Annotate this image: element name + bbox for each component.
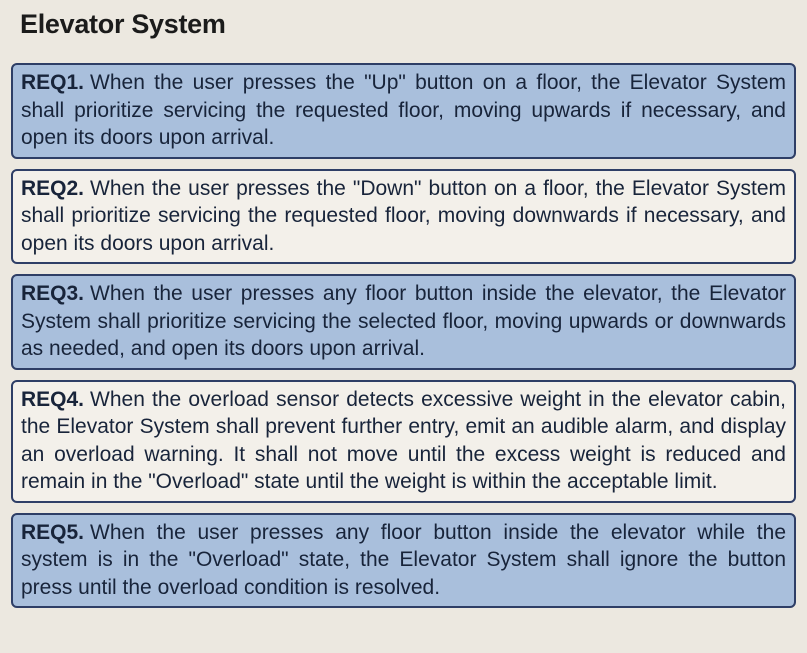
requirement-id: REQ2. bbox=[21, 176, 85, 200]
requirement-id: REQ3. bbox=[21, 282, 85, 305]
requirement-text: When the user presses any floor button i… bbox=[21, 520, 786, 599]
requirement-box-2: REQ2. When the user presses the "Down" bu… bbox=[11, 168, 796, 264]
requirement-text: When the user presses the "Up" button on… bbox=[21, 71, 786, 149]
requirement-text: When the user presses the "Down" button … bbox=[21, 176, 786, 255]
requirement-box-1: REQ1. When the user presses the "Up" butt… bbox=[11, 63, 796, 159]
requirement-id: REQ1. bbox=[21, 71, 85, 94]
requirement-text: When the overload sensor detects excessi… bbox=[21, 387, 786, 494]
requirement-box-4: REQ4. When the overload sensor detects ex… bbox=[11, 379, 796, 503]
requirement-box-3: REQ3. When the user presses any floor but… bbox=[11, 274, 796, 370]
requirements-list: REQ1. When the user presses the "Up" butt… bbox=[11, 63, 796, 618]
requirement-box-5: REQ5. When the user presses any floor but… bbox=[11, 512, 796, 608]
requirement-text: When the user presses any floor button i… bbox=[21, 282, 786, 360]
requirement-id: REQ4. bbox=[21, 387, 85, 411]
page-title: Elevator System bbox=[20, 9, 226, 39]
requirement-id: REQ5. bbox=[21, 520, 85, 544]
